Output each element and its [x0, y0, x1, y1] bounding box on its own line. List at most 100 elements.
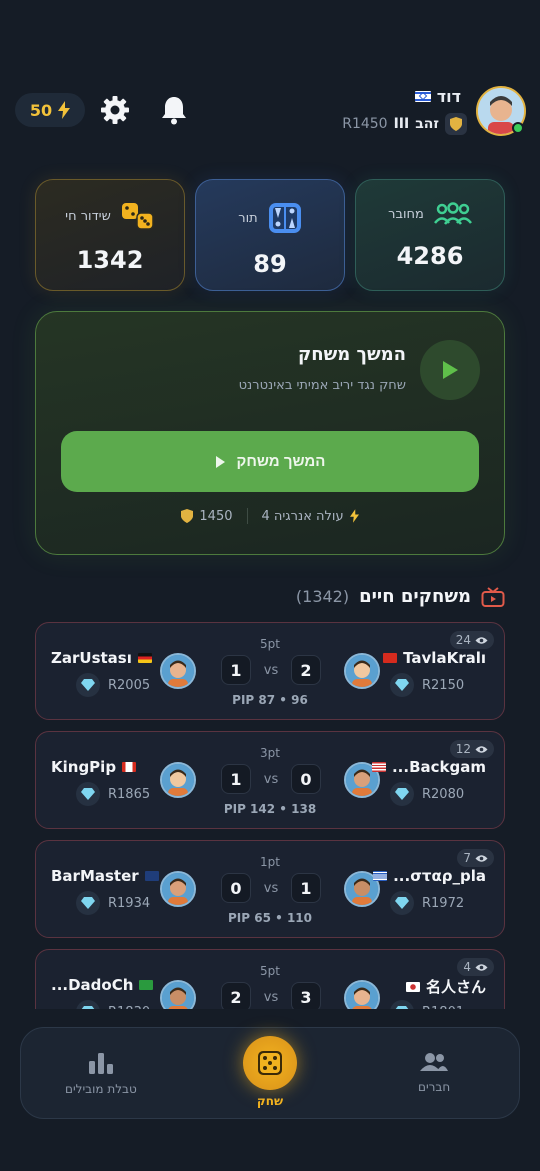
right-rating-value: R2080 [422, 786, 465, 802]
right-score: 3 [291, 982, 321, 1009]
gem-icon [81, 679, 95, 691]
board-icon [268, 203, 301, 233]
left-player-name[interactable]: ZarUstası [51, 649, 152, 667]
bell-icon[interactable] [160, 95, 188, 125]
left-player-name-text: BarMaster [51, 867, 139, 885]
left-player-avatar[interactable] [160, 653, 196, 689]
nav-leaderboard[interactable]: טבלת מובילים [65, 1052, 137, 1096]
gem-icon [81, 788, 95, 800]
play-circle-button[interactable] [420, 340, 480, 400]
rating-meta: 1450 [181, 509, 233, 524]
queue-label: תור [238, 210, 258, 226]
left-player-name[interactable]: ...DadoCh [51, 976, 154, 994]
bolt-icon [58, 101, 71, 119]
bolt-icon [349, 509, 359, 523]
energy-cost: 4 עולה אנרגיה [261, 508, 344, 524]
rank-badge-icon [445, 113, 467, 135]
live-match-card[interactable]: 7 1pt 0 vs 1 PIP 65 • 110 BarMaster R1934 ...στα… [35, 840, 505, 938]
left-rating-value: R2005 [108, 677, 151, 693]
live-games-list[interactable]: 24 5pt 1 vs 2 PIP 87 • 96 ZarUstası R2005 TavlaK… [0, 612, 540, 1009]
left-player-rating: R1934 [76, 891, 150, 915]
left-player-avatar[interactable] [160, 762, 196, 798]
right-player-name-text: ...σταρ_pla [393, 867, 486, 885]
left-score: 0 [221, 873, 251, 903]
continue-subtitle: שחק נגד יריב אמיתי באינטרנט [238, 378, 406, 393]
gem-badge [390, 673, 414, 697]
left-player-name[interactable]: KingPip [51, 758, 137, 776]
shield-icon [181, 509, 194, 523]
gem-badge [390, 782, 414, 806]
left-player-avatar[interactable] [160, 980, 196, 1009]
continue-game-button[interactable]: המשך משחק [61, 431, 479, 492]
user-rating: R1450 [342, 116, 388, 132]
live-games-card[interactable]: שידור חי 1342 [35, 179, 185, 291]
left-rating-value: R1934 [108, 895, 151, 911]
vs-label: vs [263, 662, 279, 678]
right-score: 1 [291, 873, 321, 903]
live-match-card[interactable]: 45pt2vs3...DadoChR1830名人さんR1801 [35, 949, 505, 1009]
left-flag-icon [144, 871, 159, 881]
gem-badge [390, 891, 414, 915]
energy-counter[interactable]: 50 [15, 93, 85, 127]
left-player-rating: R1865 [76, 782, 150, 806]
nav-friends-label: חברים [418, 1080, 451, 1094]
left-player-name-text: ZarUstası [51, 649, 132, 667]
online-status-dot [512, 122, 524, 134]
right-player-avatar[interactable] [344, 653, 380, 689]
play-icon [215, 455, 225, 468]
gear-icon[interactable] [100, 95, 130, 125]
left-flag-icon [137, 653, 152, 663]
queue-card[interactable]: תור 89 [195, 179, 345, 291]
israel-flag-icon [414, 91, 431, 102]
vs-label: vs [263, 771, 279, 787]
right-player-name[interactable]: 名人さん [405, 976, 486, 997]
right-player-name-text: ...Backgam [391, 758, 486, 776]
match-score: 1 vs 0 [221, 764, 321, 794]
live-games-label: שידור חי [65, 208, 111, 224]
online-label: מחובר [388, 206, 424, 222]
gem-icon [395, 679, 409, 691]
left-flag-icon [122, 762, 137, 772]
live-games-header: (1342) משחקים חיים [296, 586, 505, 607]
right-flag-icon [373, 871, 388, 881]
bottom-nav: טבלת מובילים שחק חברים [20, 1027, 520, 1119]
right-player-rating: R1801 [390, 1000, 464, 1009]
nav-friends[interactable]: חברים [418, 1052, 450, 1094]
continue-button-label: המשך משחק [236, 453, 326, 470]
right-player-rating: R2150 [390, 673, 464, 697]
people-icon [433, 202, 472, 225]
right-player-name[interactable]: ...σταρ_pla [373, 867, 486, 885]
right-player-name[interactable]: TavlaKralı [383, 649, 486, 667]
right-player-rating: R1972 [390, 891, 464, 915]
continue-meta: 1450 4 עולה אנרגיה [35, 508, 505, 524]
play-dice-button[interactable] [243, 1036, 297, 1090]
dice-icon [258, 1051, 282, 1075]
vs-label: vs [263, 989, 279, 1005]
chart-icon [88, 1053, 113, 1074]
gem-icon [81, 897, 95, 909]
right-player-name[interactable]: ...Backgam [371, 758, 486, 776]
match-score: 2 vs 3 [221, 982, 321, 1009]
nav-play[interactable]: שחק [243, 1036, 297, 1108]
tier-name: זהב [415, 116, 439, 132]
live-match-card[interactable]: 12 3pt 1 vs 0 PIP 142 • 138 KingPip R1865 ...Bac… [35, 731, 505, 829]
left-score: 2 [221, 982, 251, 1009]
online-value: 4286 [396, 242, 464, 270]
online-card[interactable]: מחובר 4286 [355, 179, 505, 291]
live-games-value: 1342 [76, 246, 144, 274]
gem-icon [395, 788, 409, 800]
left-rating-value: R1830 [108, 1005, 150, 1010]
right-player-name-text: 名人さん [425, 978, 486, 996]
gem-badge [76, 673, 100, 697]
right-player-avatar[interactable] [344, 980, 380, 1009]
left-rating-value: R1865 [108, 786, 151, 802]
left-flag-icon [139, 980, 154, 990]
left-player-avatar[interactable] [160, 871, 196, 907]
right-rating-value: R1801 [422, 1005, 464, 1010]
right-score: 2 [291, 655, 321, 685]
user-name-row: דוד [414, 87, 461, 106]
gem-badge [76, 782, 100, 806]
left-player-name[interactable]: BarMaster [51, 867, 159, 885]
live-match-card[interactable]: 24 5pt 1 vs 2 PIP 87 • 96 ZarUstası R2005 TavlaK… [35, 622, 505, 720]
left-player-name-text: KingPip [51, 758, 117, 776]
